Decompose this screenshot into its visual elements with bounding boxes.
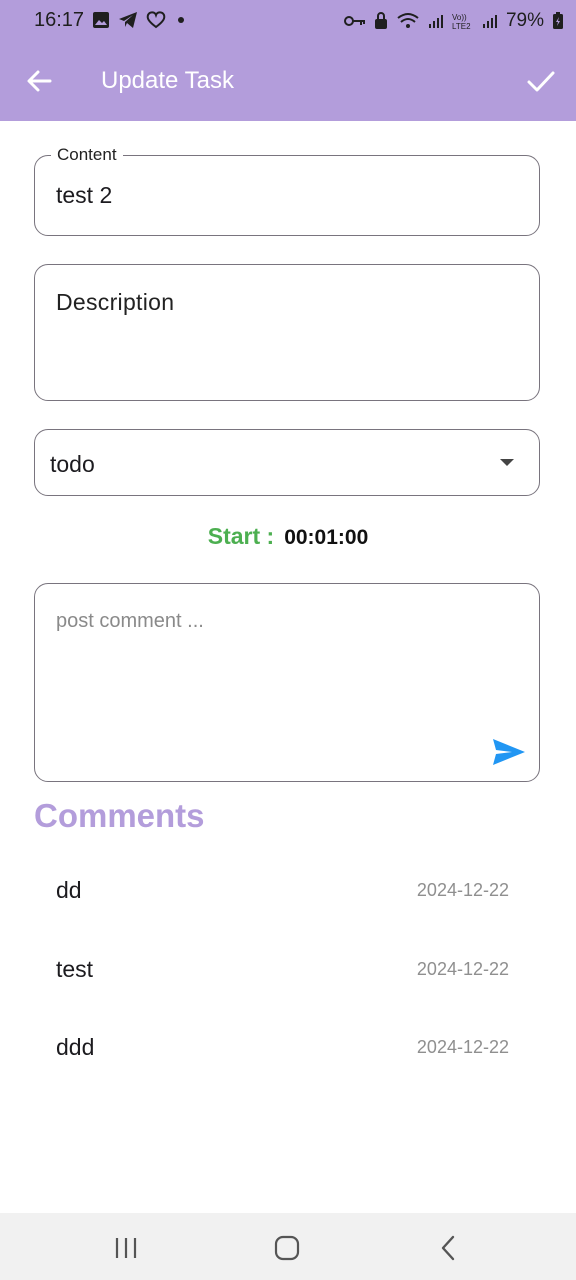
signal-icon xyxy=(482,15,497,28)
comment-text: ddd xyxy=(56,1034,95,1060)
app-bar: Update Task xyxy=(0,42,576,121)
timer: Start : 00:01:00 xyxy=(0,523,576,550)
send-icon[interactable] xyxy=(492,737,526,767)
comment-item: ddd 2024-12-22 xyxy=(0,1034,576,1094)
comment-date: 2024-12-22 xyxy=(416,1037,509,1057)
notification-icons xyxy=(92,11,184,29)
status-dropdown[interactable]: todo xyxy=(34,429,540,496)
wifi-icon xyxy=(397,13,419,28)
status-time: 16:17 xyxy=(34,9,85,31)
lte-icon: Vo))LTE2 xyxy=(452,13,471,30)
description-field[interactable]: Description xyxy=(34,264,540,401)
content-field[interactable]: Content test 2 xyxy=(34,145,540,236)
dropdown-arrow-icon xyxy=(500,459,514,466)
page-title: Update Task xyxy=(101,67,234,94)
content-label: Content xyxy=(51,145,123,165)
content-value[interactable]: test 2 xyxy=(56,182,112,209)
recent-apps-icon[interactable] xyxy=(111,1233,141,1263)
battery-icon xyxy=(553,12,563,29)
gallery-icon xyxy=(93,12,109,28)
system-nav-bar xyxy=(0,1213,576,1280)
key-icon xyxy=(343,16,365,26)
back-nav-icon[interactable] xyxy=(434,1233,464,1263)
heart-icon xyxy=(146,11,166,29)
comment-text: test xyxy=(56,956,94,982)
signal-icon xyxy=(428,15,443,28)
status-value: todo xyxy=(50,451,95,477)
comment-item: test 2024-12-22 xyxy=(0,956,576,1016)
timer-label: Start : xyxy=(207,523,275,549)
comment-date: 2024-12-22 xyxy=(416,959,509,979)
comment-input[interactable]: post comment ... xyxy=(34,583,540,782)
svg-text:Vo)): Vo)) xyxy=(452,13,467,22)
lock-icon xyxy=(374,12,387,29)
battery-percent: 79% xyxy=(505,10,544,31)
description-placeholder: Description xyxy=(56,289,175,315)
home-icon[interactable] xyxy=(272,1233,302,1263)
comment-date: 2024-12-22 xyxy=(416,880,509,900)
telegram-icon xyxy=(119,12,137,28)
arrow-left-icon[interactable] xyxy=(24,66,54,96)
system-icons: Vo)) LTE2 79% xyxy=(343,10,564,32)
svg-text:LTE2: LTE2 xyxy=(452,22,471,30)
dot-icon xyxy=(178,17,184,23)
timer-value: 00:01:00 xyxy=(284,526,369,549)
status-bar: 16:17 Vo)) LTE2 79% xyxy=(0,0,576,42)
comment-placeholder: post comment ... xyxy=(56,610,204,632)
comment-text: dd xyxy=(56,877,82,903)
comment-item: dd 2024-12-22 xyxy=(0,877,576,937)
comments-heading: Comments xyxy=(34,797,205,834)
check-icon[interactable] xyxy=(526,66,556,96)
